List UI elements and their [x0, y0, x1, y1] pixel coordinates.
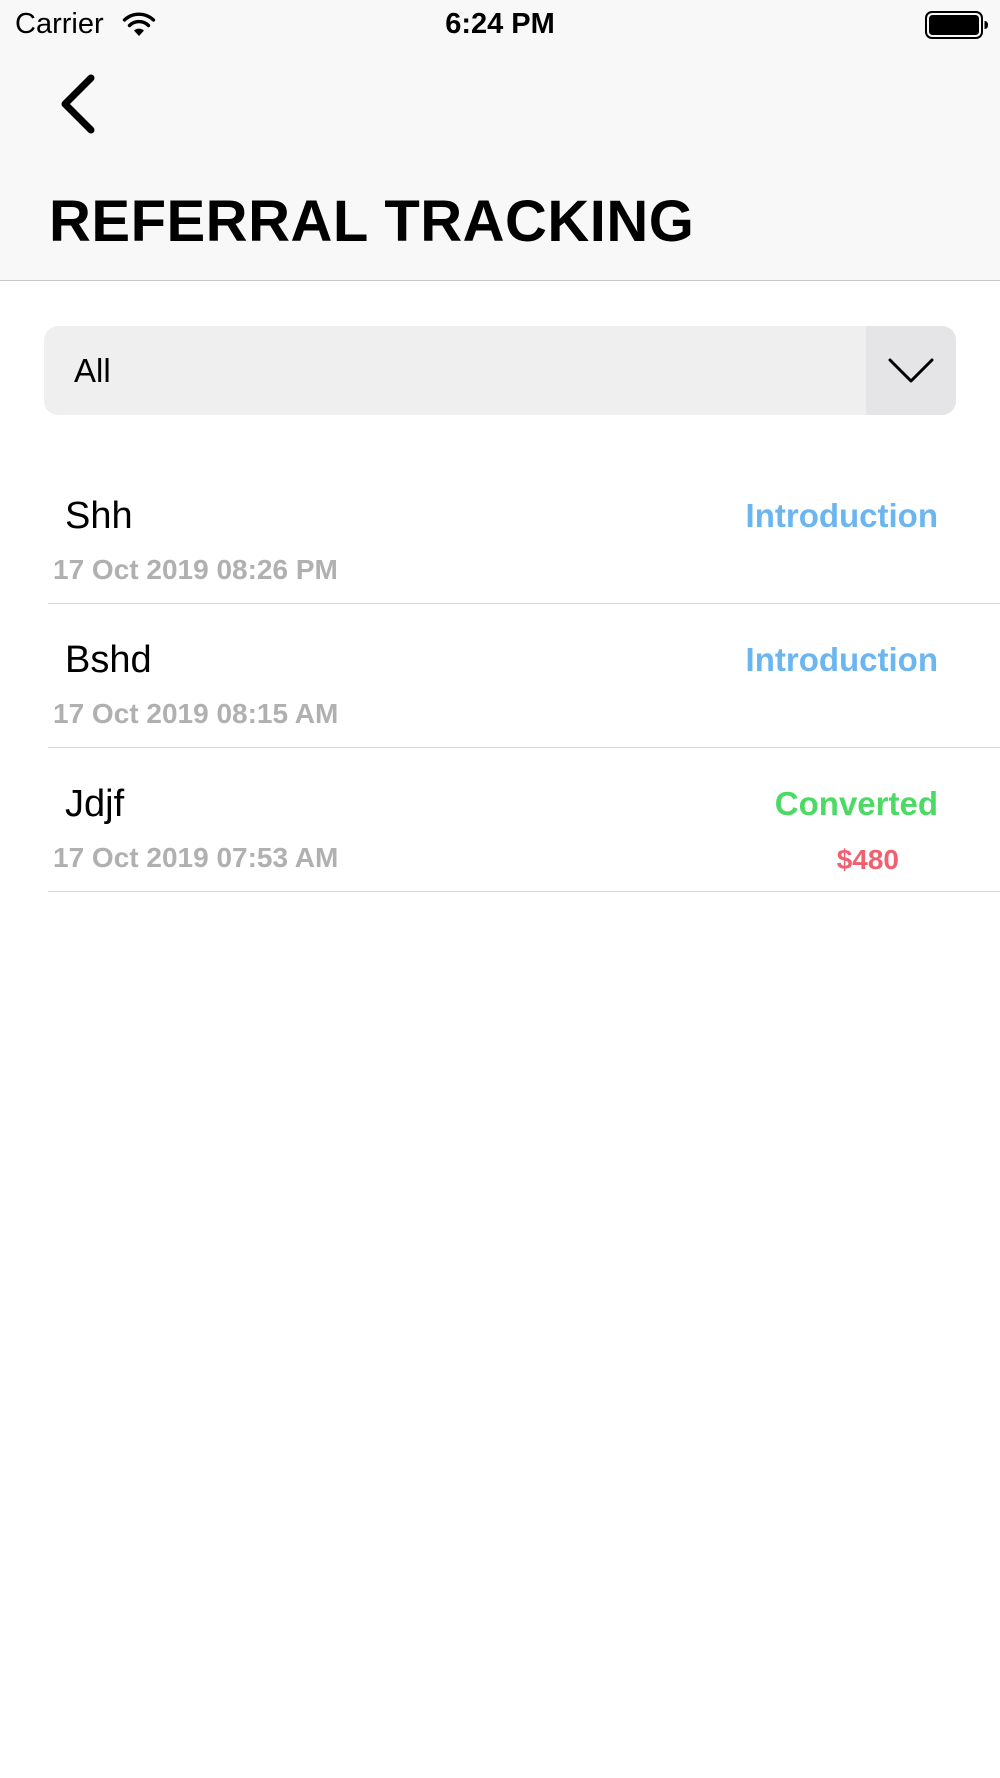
- referral-list: Shh 17 Oct 2019 08:26 PM Introduction Bs…: [0, 460, 1000, 892]
- chevron-left-icon: [61, 74, 95, 134]
- referral-row[interactable]: Shh 17 Oct 2019 08:26 PM Introduction: [0, 460, 1000, 604]
- referral-date: 17 Oct 2019 08:26 PM: [53, 554, 338, 585]
- chevron-down-icon: [888, 358, 934, 383]
- referral-name: Bshd: [65, 639, 152, 681]
- referral-status: Converted: [774, 785, 938, 822]
- status-bar: Carrier 6:24 PM: [0, 0, 1000, 50]
- referral-tracking-screen: Carrier 6:24 PM REFERRAL TRACKING All Sh…: [0, 0, 1000, 1778]
- referral-amount: $480: [836, 844, 899, 875]
- referral-name: Shh: [65, 495, 133, 537]
- filter-selected-value: All: [74, 352, 111, 389]
- navigation-header: Carrier 6:24 PM REFERRAL TRACKING: [0, 0, 1000, 281]
- referral-status: Introduction: [745, 497, 938, 534]
- referral-row[interactable]: Bshd 17 Oct 2019 08:15 AM Introduction: [0, 604, 1000, 748]
- referral-date: 17 Oct 2019 08:15 AM: [53, 698, 339, 729]
- filter-dropdown-button[interactable]: [866, 326, 956, 415]
- status-filter-dropdown[interactable]: All: [44, 326, 956, 415]
- status-time: 6:24 PM: [445, 8, 555, 40]
- referral-status: Introduction: [745, 641, 938, 678]
- page-title: REFERRAL TRACKING: [49, 189, 695, 254]
- row-divider: [48, 891, 1000, 892]
- back-button[interactable]: [50, 66, 110, 136]
- battery-icon: [925, 11, 988, 39]
- referral-name: Jdjf: [65, 783, 125, 825]
- referral-date: 17 Oct 2019 07:53 AM: [53, 842, 339, 873]
- referral-row[interactable]: Jdjf 17 Oct 2019 07:53 AM Converted $480: [0, 748, 1000, 892]
